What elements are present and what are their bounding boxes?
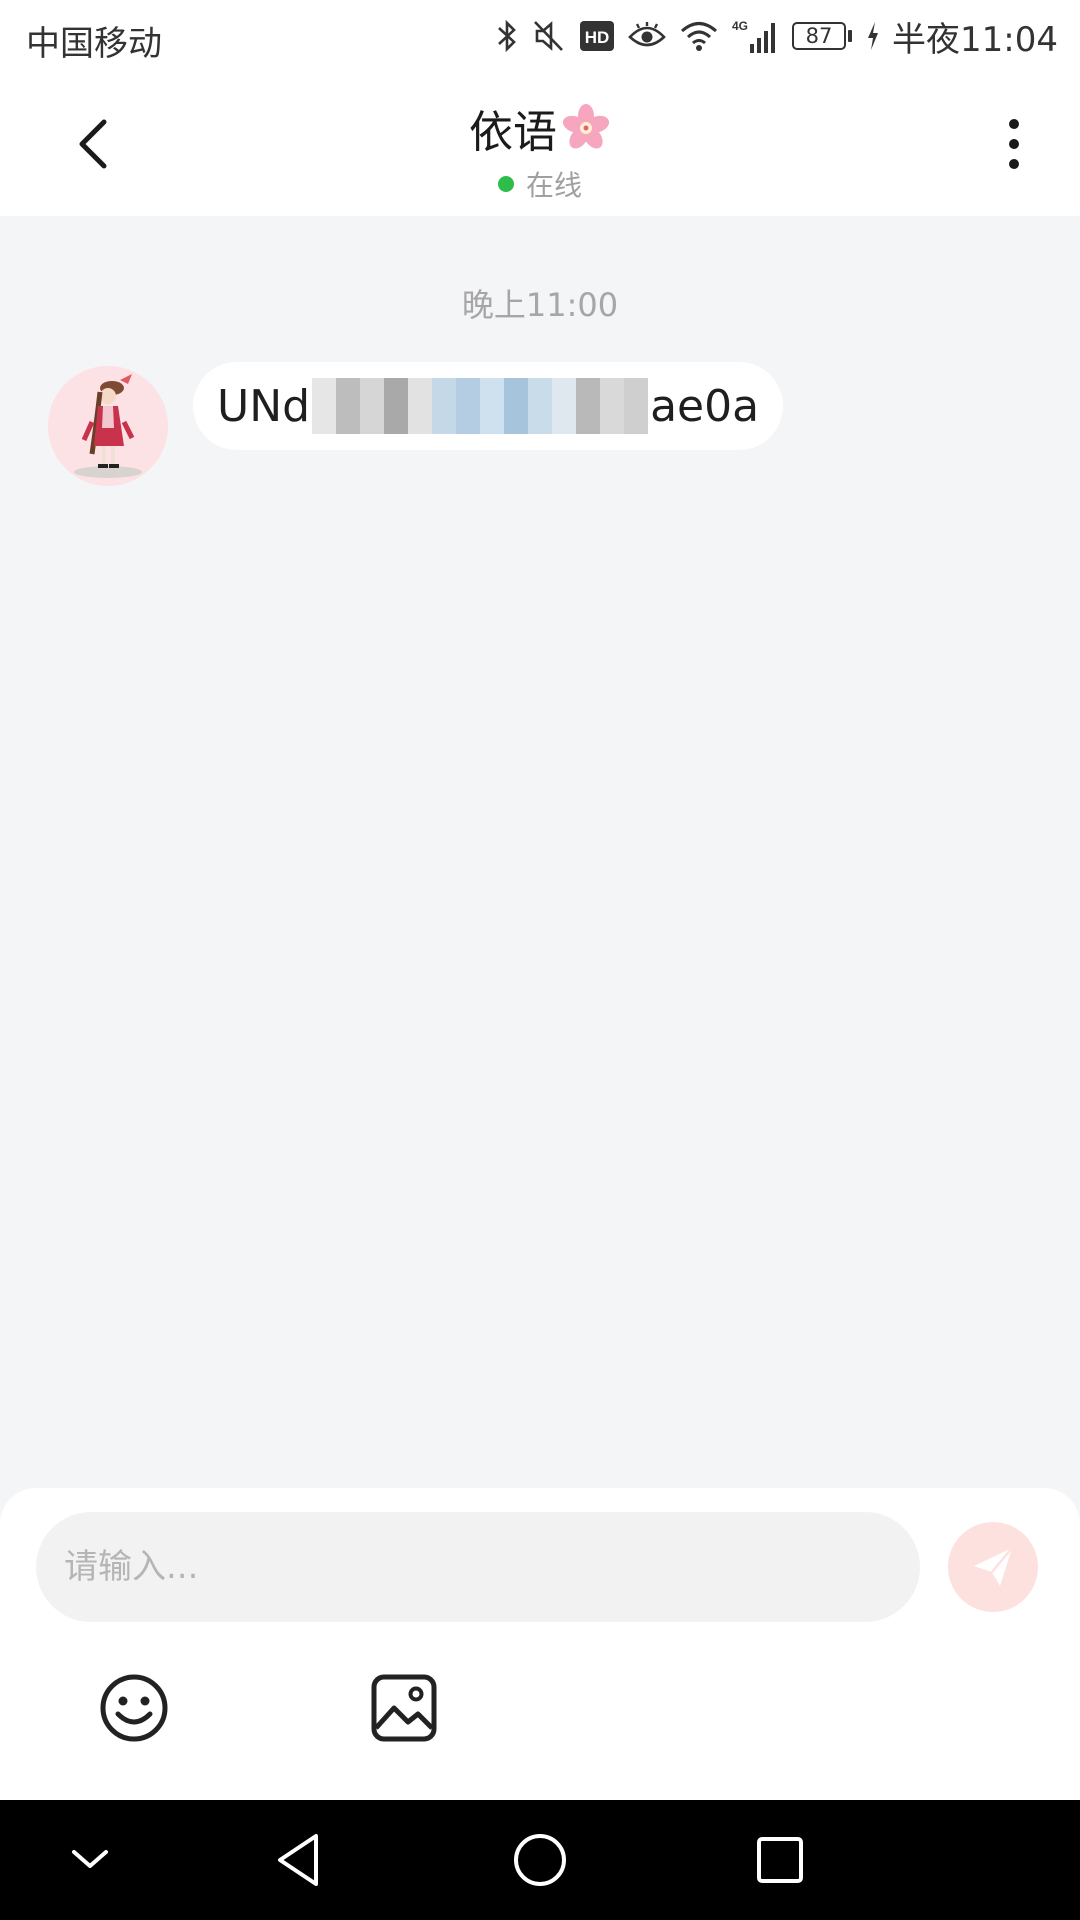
back-nav-button[interactable] bbox=[270, 1830, 330, 1890]
status-time: 半夜11:04 bbox=[892, 19, 1058, 60]
status-icons: HD 4G 87 半夜11:04 bbox=[482, 12, 1058, 60]
eye-icon bbox=[628, 21, 666, 51]
mute-icon bbox=[532, 19, 566, 53]
redacted-text bbox=[312, 378, 649, 434]
carrier-name: 中国移动 bbox=[26, 24, 162, 64]
image-button[interactable] bbox=[370, 1672, 438, 1744]
online-dot-icon bbox=[497, 176, 514, 192]
message-bubble[interactable]: UNd ae0a bbox=[193, 362, 784, 450]
message-input[interactable] bbox=[36, 1512, 920, 1622]
battery-level: 87 bbox=[792, 22, 847, 50]
message-timestamp: 晚上11:00 bbox=[461, 286, 619, 324]
send-button[interactable] bbox=[948, 1522, 1038, 1612]
chat-header: 依语 在线 bbox=[0, 74, 1080, 216]
wifi-icon bbox=[680, 20, 718, 52]
contact-name: 依语 bbox=[469, 107, 557, 158]
chat-area[interactable]: 晚上11:00 UNd ae0a bbox=[0, 216, 1080, 1488]
recents-square-icon bbox=[757, 1837, 803, 1883]
more-button[interactable] bbox=[988, 114, 1040, 174]
message-text-start: UNd bbox=[217, 380, 311, 432]
recents-nav-button[interactable] bbox=[750, 1830, 810, 1890]
hd-icon: HD bbox=[580, 21, 615, 51]
composer-panel bbox=[0, 1488, 1080, 1800]
collapse-button[interactable] bbox=[60, 1830, 120, 1890]
send-plane-icon bbox=[974, 1547, 1013, 1586]
online-text: 在线 bbox=[525, 169, 582, 202]
message-text-end: ae0a bbox=[650, 380, 760, 432]
home-nav-button[interactable] bbox=[510, 1830, 570, 1890]
cherry-blossom-icon bbox=[561, 103, 611, 153]
smiley-icon bbox=[100, 1674, 168, 1742]
charging-icon bbox=[866, 21, 880, 51]
collapse-icon bbox=[72, 1850, 108, 1868]
back-triangle-icon bbox=[278, 1834, 318, 1886]
avatar[interactable] bbox=[48, 366, 168, 486]
home-circle-icon bbox=[514, 1834, 566, 1886]
title-block: 依语 在线 bbox=[0, 96, 1080, 204]
status-bar: 中国移动 HD 4G 87 半夜11:04 bbox=[0, 0, 1080, 74]
battery-icon: 87 bbox=[792, 22, 853, 50]
emoji-button[interactable] bbox=[98, 1672, 170, 1744]
signal-4g-icon: 4G bbox=[732, 18, 778, 54]
system-nav-bar bbox=[0, 1800, 1080, 1920]
svg-text:4G: 4G bbox=[732, 19, 748, 33]
image-icon bbox=[371, 1674, 437, 1742]
svg-text:HD: HD bbox=[585, 28, 610, 47]
more-vertical-icon bbox=[1009, 119, 1019, 169]
online-status: 在线 bbox=[497, 164, 582, 204]
bluetooth-icon bbox=[496, 19, 518, 53]
avatar-image bbox=[48, 366, 168, 486]
